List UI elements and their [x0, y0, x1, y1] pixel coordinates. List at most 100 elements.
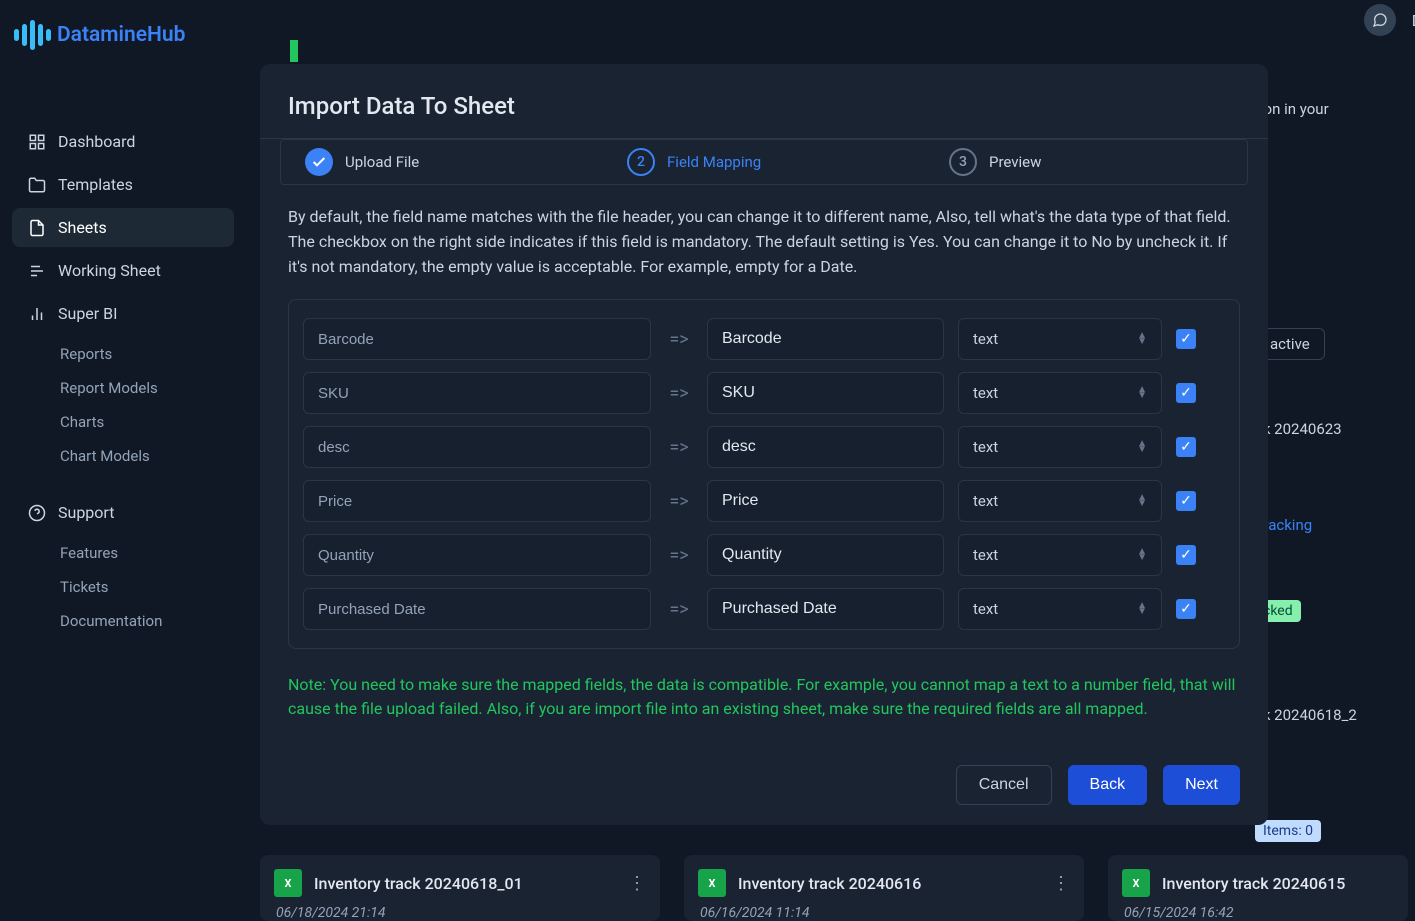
- sheet-card[interactable]: X Inventory track 20240615 06/15/2024 16…: [1108, 855, 1408, 921]
- bg-text: tion in your: [1255, 100, 1415, 118]
- sidebar-item-label: Working Sheet: [58, 261, 161, 280]
- mapping-row: => text ▲▼ ✓: [303, 318, 1225, 360]
- mapping-row: => text ▲▼ ✓: [303, 372, 1225, 414]
- brand-logo[interactable]: DatamineHub: [0, 12, 246, 74]
- step-number: 3: [949, 148, 977, 176]
- sidebar-item-sheets[interactable]: Sheets: [12, 208, 234, 247]
- arrow-separator: =>: [665, 545, 693, 566]
- sheet-card-title: Inventory track 20240615: [1162, 874, 1394, 893]
- target-field-input[interactable]: [707, 534, 944, 576]
- step-label: Upload File: [345, 153, 419, 171]
- mapping-row: => text ▲▼ ✓: [303, 588, 1225, 630]
- arrow-separator: =>: [665, 437, 693, 458]
- cancel-button[interactable]: Cancel: [956, 765, 1052, 805]
- sidebar-subitem-reports[interactable]: Reports: [12, 337, 234, 371]
- more-icon[interactable]: ⋮: [628, 873, 646, 894]
- step-preview[interactable]: 3 Preview: [925, 140, 1247, 184]
- excel-icon: X: [1122, 869, 1150, 897]
- sheet-icon: [28, 219, 46, 237]
- mapping-row: => text ▲▼ ✓: [303, 534, 1225, 576]
- folder-icon: [28, 176, 46, 194]
- bg-row: ck 20240618_2: [1255, 706, 1415, 724]
- arrow-separator: =>: [665, 383, 693, 404]
- mandatory-checkbox[interactable]: ✓: [1176, 599, 1196, 619]
- sidebar-item-dashboard[interactable]: Dashboard: [12, 122, 234, 161]
- sidebar-subitem-charts[interactable]: Charts: [12, 405, 234, 439]
- sidebar-item-templates[interactable]: Templates: [12, 165, 234, 204]
- sheet-card[interactable]: X Inventory track 20240618_01 ⋮ 06/18/20…: [260, 855, 660, 921]
- more-icon[interactable]: ⋮: [1052, 873, 1070, 894]
- sheet-card-date: 06/15/2024 16:42: [1122, 905, 1394, 921]
- step-upload-file[interactable]: Upload File: [281, 140, 603, 184]
- step-label: Field Mapping: [667, 153, 761, 171]
- mandatory-checkbox[interactable]: ✓: [1176, 491, 1196, 511]
- sheet-card-title: Inventory track 20240616: [738, 874, 1040, 893]
- mandatory-checkbox[interactable]: ✓: [1176, 383, 1196, 403]
- excel-icon: X: [274, 869, 302, 897]
- mapping-container: => text ▲▼ ✓ => text: [288, 299, 1240, 649]
- chevron-updown-icon: ▲▼: [1137, 603, 1147, 615]
- sidebar-item-working-sheet[interactable]: Working Sheet: [12, 251, 234, 290]
- step-field-mapping[interactable]: 2 Field Mapping: [603, 140, 925, 184]
- chevron-updown-icon: ▲▼: [1137, 549, 1147, 561]
- target-field-input[interactable]: [707, 318, 944, 360]
- mandatory-checkbox[interactable]: ✓: [1176, 545, 1196, 565]
- type-select[interactable]: text ▲▼: [958, 480, 1162, 522]
- sidebar-subitem-report-models[interactable]: Report Models: [12, 371, 234, 405]
- sidebar-item-label: Support: [58, 503, 114, 522]
- type-select[interactable]: text ▲▼: [958, 534, 1162, 576]
- sidebar-subitem-features[interactable]: Features: [12, 536, 234, 570]
- dashboard-icon: [28, 133, 46, 151]
- source-field-input[interactable]: [303, 588, 651, 630]
- step-number: 2: [627, 148, 655, 176]
- bg-link[interactable]: Tracking: [1255, 516, 1415, 534]
- import-modal: Import Data To Sheet Upload File 2 Field…: [260, 64, 1268, 825]
- target-field-input[interactable]: [707, 426, 944, 468]
- sheet-card-date: 06/16/2024 11:14: [698, 905, 1070, 921]
- sidebar-item-support[interactable]: Support: [12, 493, 234, 532]
- modal-title: Import Data To Sheet: [288, 92, 1240, 120]
- chevron-updown-icon: ▲▼: [1137, 387, 1147, 399]
- chart-icon: [28, 305, 46, 323]
- mapping-row: => text ▲▼ ✓: [303, 426, 1225, 468]
- sidebar-subitem-tickets[interactable]: Tickets: [12, 570, 234, 604]
- type-select[interactable]: text ▲▼: [958, 318, 1162, 360]
- type-select[interactable]: text ▲▼: [958, 372, 1162, 414]
- source-field-input[interactable]: [303, 534, 651, 576]
- mandatory-checkbox[interactable]: ✓: [1176, 329, 1196, 349]
- sidebar-subitem-documentation[interactable]: Documentation: [12, 604, 234, 638]
- mandatory-checkbox[interactable]: ✓: [1176, 437, 1196, 457]
- brand-name: DatamineHub: [57, 23, 185, 47]
- note-text: Note: You need to make sure the mapped f…: [288, 673, 1240, 721]
- check-icon: [305, 148, 333, 176]
- back-button[interactable]: Back: [1068, 765, 1148, 805]
- bg-row: ck 20240623: [1255, 420, 1415, 438]
- stepper: Upload File 2 Field Mapping 3 Preview: [280, 139, 1248, 185]
- sidebar-subitem-chart-models[interactable]: Chart Models: [12, 439, 234, 473]
- target-field-input[interactable]: [707, 480, 944, 522]
- target-field-input[interactable]: [707, 372, 944, 414]
- chevron-updown-icon: ▲▼: [1137, 441, 1147, 453]
- source-field-input[interactable]: [303, 480, 651, 522]
- mapping-row: => text ▲▼ ✓: [303, 480, 1225, 522]
- type-select[interactable]: text ▲▼: [958, 588, 1162, 630]
- target-field-input[interactable]: [707, 588, 944, 630]
- arrow-separator: =>: [665, 599, 693, 620]
- modal-description: By default, the field name matches with …: [288, 205, 1240, 279]
- source-field-input[interactable]: [303, 426, 651, 468]
- arrow-separator: =>: [665, 329, 693, 350]
- source-field-input[interactable]: [303, 372, 651, 414]
- next-button[interactable]: Next: [1163, 765, 1240, 805]
- sheet-card-title: Inventory track 20240618_01: [314, 874, 616, 893]
- sheet-card-date: 06/18/2024 21:14: [274, 905, 646, 921]
- source-field-input[interactable]: [303, 318, 651, 360]
- chevron-updown-icon: ▲▼: [1137, 495, 1147, 507]
- background-partial: tion in your active ck 20240623 Tracking…: [1255, 0, 1415, 842]
- help-icon: [28, 504, 46, 522]
- sidebar: DatamineHub Dashboard Templates Sheets: [0, 0, 246, 921]
- sidebar-item-label: Super BI: [58, 304, 118, 323]
- sidebar-item-super-bi[interactable]: Super BI: [12, 294, 234, 333]
- type-select[interactable]: text ▲▼: [958, 426, 1162, 468]
- sheet-card[interactable]: X Inventory track 20240616 ⋮ 06/16/2024 …: [684, 855, 1084, 921]
- logo-bars-icon: [14, 20, 51, 50]
